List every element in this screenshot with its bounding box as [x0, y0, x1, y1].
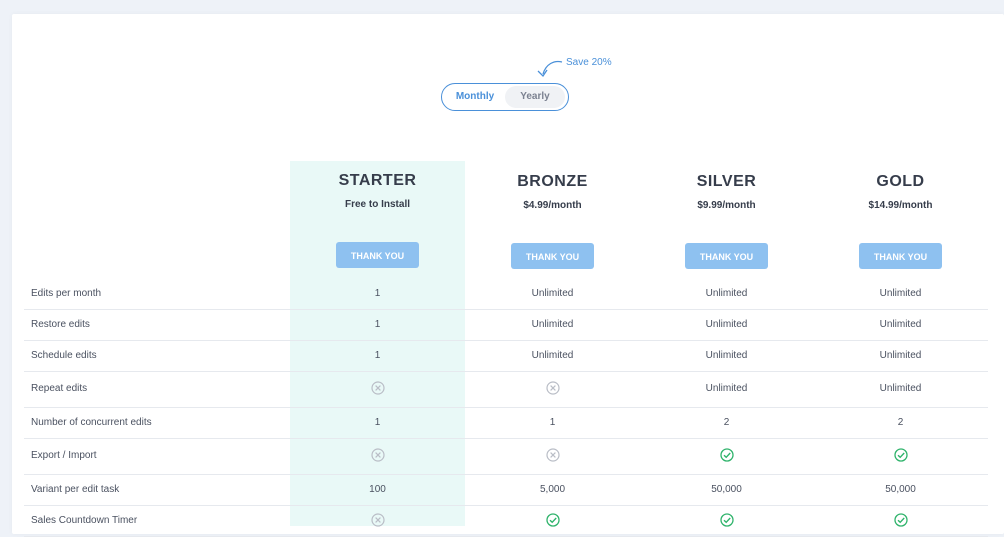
feature-row: Number of concurrent edits 1 1 2 2 — [24, 407, 988, 439]
feature-value: Unlimited — [531, 288, 574, 299]
check-circle-icon — [465, 505, 640, 536]
feature-value: 1 — [374, 350, 381, 361]
bronze-thank-you-button[interactable]: THANK YOU — [511, 243, 594, 269]
plan-bronze: BRONZE $4.99/month THANK YOU — [465, 173, 640, 269]
feature-value: Unlimited — [531, 319, 574, 330]
feature-row: Schedule edits 1 Unlimited Unlimited Unlimit… — [24, 340, 988, 372]
feature-value: Unlimited — [879, 350, 922, 361]
feature-value: Unlimited — [705, 383, 748, 394]
feature-label: Edits per month — [31, 288, 102, 299]
feature-value: 50,000 — [711, 484, 742, 495]
feature-value: Unlimited — [879, 319, 922, 330]
feature-value: 1 — [374, 417, 381, 428]
feature-value: Unlimited — [531, 350, 574, 361]
curved-arrow-icon — [537, 60, 563, 78]
feature-label: Variant per edit task — [31, 484, 120, 495]
x-circle-icon — [465, 438, 640, 474]
feature-value: 5,000 — [539, 484, 566, 495]
feature-label: Export / Import — [31, 450, 97, 461]
feature-row: Restore edits 1 Unlimited Unlimited Unlimite… — [24, 309, 988, 341]
feature-label: Sales Countdown Timer — [31, 515, 138, 526]
feature-row: Variant per edit task 100 5,000 50,000 50,00… — [24, 474, 988, 506]
plan-price: $9.99/month — [697, 200, 756, 211]
feature-row: Repeat edits Unlimited Unlimited — [24, 371, 988, 408]
feature-label: Repeat edits — [31, 383, 88, 394]
feature-value: 100 — [369, 484, 386, 495]
check-circle-icon — [639, 505, 814, 536]
plan-name: STARTER — [338, 172, 417, 189]
gold-thank-you-button[interactable]: THANK YOU — [859, 243, 942, 269]
feature-value: Unlimited — [879, 288, 922, 299]
check-circle-icon — [813, 505, 988, 536]
plan-price: $4.99/month — [523, 200, 582, 211]
feature-value: 2 — [897, 417, 904, 428]
feature-label: Number of concurrent edits — [31, 417, 152, 428]
plan-starter: STARTER Free to Install THANK YOU — [290, 172, 465, 268]
feature-value: Unlimited — [879, 383, 922, 394]
feature-row: Sales Countdown Timer — [24, 505, 988, 537]
feature-value: Unlimited — [705, 319, 748, 330]
feature-value: 2 — [723, 417, 730, 428]
x-circle-icon — [290, 371, 465, 407]
plan-gold: GOLD $14.99/month THANK YOU — [813, 173, 988, 269]
feature-label: Restore edits — [31, 319, 90, 330]
feature-value: 1 — [374, 288, 381, 299]
check-circle-icon — [813, 438, 988, 474]
toggle-yearly[interactable]: Yearly — [505, 86, 565, 108]
plan-price: Free to Install — [344, 199, 410, 210]
starter-thank-you-button[interactable]: THANK YOU — [336, 242, 419, 268]
feature-label: Schedule edits — [31, 350, 97, 361]
check-circle-icon — [639, 438, 814, 474]
feature-row: Export / Import — [24, 438, 988, 475]
x-circle-icon — [290, 505, 465, 536]
feature-value: 1 — [549, 417, 556, 428]
toggle-monthly[interactable]: Monthly — [445, 86, 505, 108]
feature-value: Unlimited — [705, 288, 748, 299]
silver-thank-you-button[interactable]: THANK YOU — [685, 243, 768, 269]
feature-value: Unlimited — [705, 350, 748, 361]
feature-value: 1 — [374, 319, 381, 330]
plan-name: GOLD — [876, 173, 925, 190]
plan-price: $14.99/month — [868, 200, 933, 211]
plan-name: BRONZE — [517, 173, 588, 190]
x-circle-icon — [465, 371, 640, 407]
plan-silver: SILVER $9.99/month THANK YOU — [639, 173, 814, 269]
feature-row: Edits per month 1 Unlimited Unlimited Unlimi… — [24, 278, 988, 310]
x-circle-icon — [290, 438, 465, 474]
save-note: Save 20% — [566, 57, 612, 68]
feature-value: 50,000 — [885, 484, 916, 495]
billing-toggle[interactable]: Monthly Yearly — [441, 83, 569, 111]
plan-name: SILVER — [696, 173, 757, 190]
